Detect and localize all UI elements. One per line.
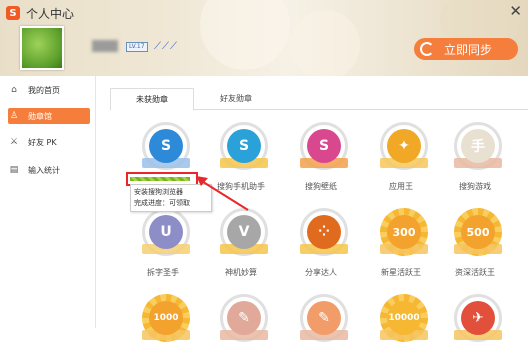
badge-label: 搜狗壁纸	[305, 182, 337, 191]
badge-emblem: V	[227, 215, 261, 249]
wand-icon: ⟋	[162, 41, 169, 52]
window-title: 个人中心	[26, 6, 75, 21]
tab-unearned-medals[interactable]: 未获勋章	[110, 88, 194, 111]
tab-bar: 未获勋章 好友勋章	[110, 88, 528, 111]
medal-badge[interactable]: ✎	[216, 292, 272, 348]
badge-emblem: ✎	[307, 301, 341, 335]
home-icon: ⌂	[11, 85, 17, 95]
badge-emblem: ✦	[387, 129, 421, 163]
username-blurred	[92, 40, 118, 52]
sogou-logo-icon: S	[6, 6, 20, 20]
badge-label: 分享达人	[305, 268, 337, 277]
medal-badge[interactable]: ⁘	[296, 206, 352, 262]
medal-badge[interactable]: 10000	[376, 292, 432, 348]
medal-badge[interactable]: S	[216, 120, 272, 176]
badge-emblem: 手	[461, 129, 495, 163]
badge-emblem: S	[227, 129, 261, 163]
wand-icon: ⟋	[154, 41, 161, 52]
sidebar-item-input-stats[interactable]: ▤ 输入统计	[8, 162, 90, 178]
badge-label: 搜狗游戏	[459, 182, 491, 191]
avatar[interactable]	[20, 26, 64, 70]
sidebar-item-label: 好友 PK	[28, 137, 57, 147]
sidebar-item-home[interactable]: ⌂ 我的首页	[8, 82, 90, 98]
badge-label: 应用王	[389, 182, 413, 191]
badge-emblem: S	[307, 129, 341, 163]
medal-badge[interactable]: ✦	[376, 120, 432, 176]
medal-hall-panel: 未获勋章 好友勋章 S S S ✦ 手 U V ⁘ 300 500 1000 ✎ ✎ 10000 ✈ 搜狗手…	[96, 76, 528, 342]
sidebar-item-medals[interactable]: ♙ 勋章馆	[8, 108, 90, 124]
badge-emblem: ⁘	[307, 215, 341, 249]
badge-emblem: ✈	[461, 301, 495, 335]
decorative-flower	[200, 0, 290, 70]
medal-badge[interactable]: S	[138, 120, 194, 176]
annotation-arrow-icon	[196, 176, 249, 211]
badge-emblem: ✎	[227, 301, 261, 335]
sync-label: 立即同步	[444, 42, 493, 57]
medal-badge[interactable]: ✎	[296, 292, 352, 348]
sidebar-item-label: 输入统计	[28, 165, 60, 175]
sidebar-item-label: 我的首页	[28, 85, 60, 95]
badge-label: 资深活跃王	[455, 268, 495, 277]
badge-progress-fill	[130, 177, 190, 181]
medal-badge[interactable]: 300	[376, 206, 432, 262]
close-icon[interactable]: ✕	[509, 2, 522, 20]
medal-badge[interactable]: ✈	[450, 292, 506, 348]
badge-emblem: S	[149, 129, 183, 163]
sidebar: ⌂ 我的首页 ♙ 勋章馆 ⚔ 好友 PK ▤ 输入统计	[0, 76, 96, 328]
medal-badge[interactable]: 500	[450, 206, 506, 262]
medal-icon: ♙	[9, 111, 19, 121]
badge-emblem: 1000	[149, 301, 183, 335]
medal-badge[interactable]: 手	[450, 120, 506, 176]
medal-badge[interactable]: U	[138, 206, 194, 262]
window-title-bar: S 个人中心	[6, 4, 74, 22]
badge-label: 拆字圣手	[147, 268, 179, 277]
pk-icon: ⚔	[9, 137, 19, 147]
profile-header: S 个人中心 ✕ LV.17 ⟋ ⟋ ⟋ 立即同步	[0, 0, 528, 76]
chart-icon: ▤	[9, 165, 19, 175]
decorative-flower	[290, 10, 360, 76]
medal-badge[interactable]: S	[296, 120, 352, 176]
sidebar-item-friend-pk[interactable]: ⚔ 好友 PK	[8, 134, 90, 150]
wand-icon: ⟋	[170, 41, 177, 52]
badge-label: 神机妙算	[225, 268, 257, 277]
sync-icon	[420, 42, 434, 56]
level-badge: LV.17	[126, 42, 148, 52]
medal-badge[interactable]: 1000	[138, 292, 194, 348]
badge-emblem: 500	[461, 215, 495, 249]
badge-label: 新星活跃王	[381, 268, 421, 277]
badge-emblem: U	[149, 215, 183, 249]
badge-emblem: 300	[387, 215, 421, 249]
tab-friend-medals[interactable]: 好友勋章	[194, 88, 278, 111]
sync-now-button[interactable]: 立即同步	[414, 38, 518, 60]
sidebar-item-label: 勋章馆	[28, 111, 52, 121]
wand-icons: ⟋ ⟋ ⟋	[154, 41, 177, 52]
badge-emblem: 10000	[387, 301, 421, 335]
